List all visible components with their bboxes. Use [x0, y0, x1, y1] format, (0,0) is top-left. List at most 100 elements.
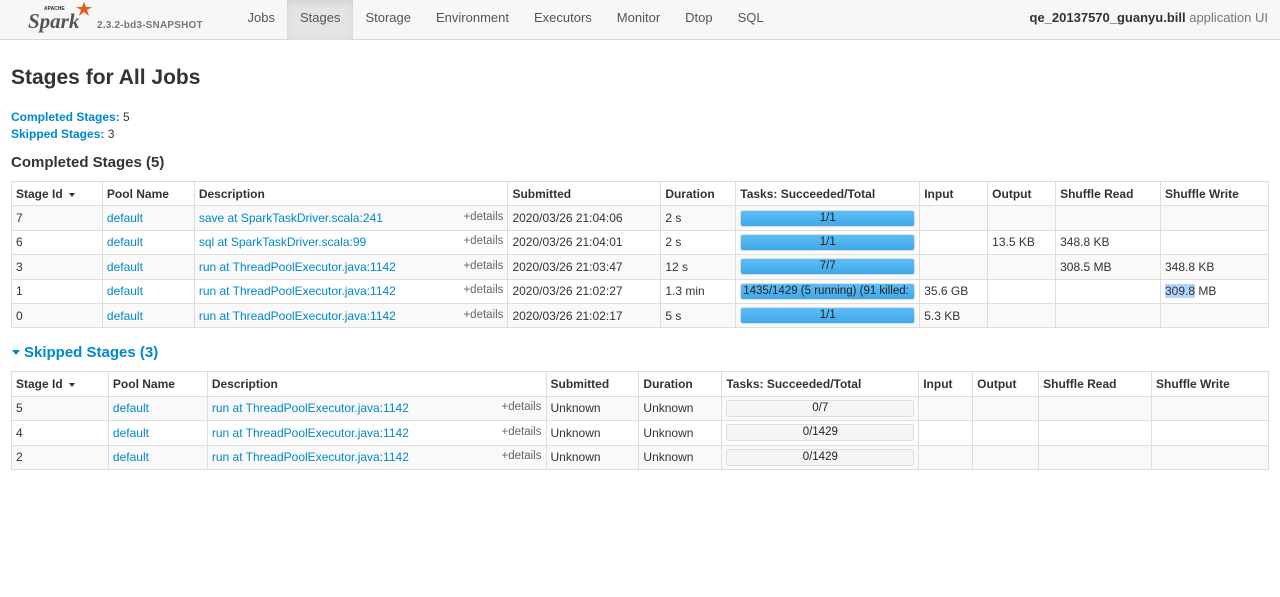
tab-environment[interactable]: Environment [424, 0, 522, 40]
shuffle-write: 309.8 MB [1160, 278, 1269, 304]
table-row: 1 default run at ThreadPoolExecutor.java… [11, 278, 1269, 304]
col-tasks[interactable]: Tasks: Succeeded/Total [721, 371, 920, 397]
skipped-count: 3 [107, 127, 115, 141]
duration: 12 s [660, 254, 737, 280]
duration: 1.3 min [660, 278, 737, 304]
col-shuffle-write[interactable]: Shuffle Write [1160, 180, 1269, 207]
stage-id: 1 [11, 278, 103, 304]
details-toggle[interactable]: +details [463, 309, 503, 321]
col-submitted[interactable]: Submitted [507, 180, 662, 207]
sort-desc-icon [68, 192, 75, 197]
col-tasks[interactable]: Tasks: Succeeded/Total [735, 180, 921, 207]
stage-description-link[interactable]: run at ThreadPoolExecutor.java:1142 [212, 426, 409, 440]
pool-link[interactable]: default [113, 450, 149, 464]
pool-name: default [101, 254, 195, 280]
col-output[interactable]: Output [987, 180, 1057, 207]
details-toggle[interactable]: +details [502, 401, 542, 413]
tab-monitor[interactable]: Monitor [604, 0, 672, 40]
col-stage-id[interactable]: Stage Id [11, 371, 109, 397]
shuffle-write [1151, 395, 1269, 422]
col-pool-name[interactable]: Pool Name [101, 180, 195, 207]
details-toggle[interactable]: +details [463, 260, 503, 272]
col-description[interactable]: Description [206, 371, 547, 397]
pool-link[interactable]: default [107, 260, 143, 274]
stage-id: 4 [11, 420, 109, 446]
stage-description-link[interactable]: run at ThreadPoolExecutor.java:1142 [199, 260, 396, 274]
tasks-progress-bar: 1/1 [740, 307, 916, 325]
shuffle-write [1160, 205, 1269, 231]
tasks-progress-bar: 1/1 [740, 233, 916, 251]
stage-description-link[interactable]: sql at SparkTaskDriver.scala:99 [199, 235, 366, 249]
col-stage-id[interactable]: Stage Id [11, 180, 103, 207]
stage-id: 0 [11, 302, 103, 329]
col-shuffle-write[interactable]: Shuffle Write [1151, 371, 1269, 397]
details-toggle[interactable]: +details [463, 235, 503, 247]
details-toggle[interactable]: +details [502, 426, 542, 438]
pool-link[interactable]: default [107, 235, 143, 249]
tasks-cell: 7/7 [735, 254, 921, 280]
pool-name: default [101, 278, 195, 304]
col-shuffle-read[interactable]: Shuffle Read [1038, 371, 1153, 397]
description: save at SparkTaskDriver.scala:241 +detail… [193, 205, 509, 231]
col-duration[interactable]: Duration [638, 371, 723, 397]
description: run at ThreadPoolExecutor.java:1142 +deta… [206, 395, 547, 422]
input [919, 205, 989, 231]
stage-summary: Completed Stages: 5 Skipped Stages: 3 [11, 109, 1269, 143]
table-row: 6 default sql at SparkTaskDriver.scala:9… [11, 229, 1269, 256]
tasks-cell: 0/7 [721, 395, 920, 422]
skipped-stages-toggle[interactable]: Skipped Stages (3) [11, 342, 1269, 364]
col-shuffle-read[interactable]: Shuffle Read [1055, 180, 1161, 207]
tasks-progress-bar: 0/1429 [726, 448, 915, 466]
shuffle-read [1038, 420, 1153, 446]
pool-link[interactable]: default [107, 309, 143, 323]
tasks-progress-bar: 7/7 [740, 258, 916, 276]
duration: 5 s [660, 302, 737, 329]
stage-description-link[interactable]: run at ThreadPoolExecutor.java:1142 [212, 450, 409, 464]
output [987, 205, 1057, 231]
summary-skipped: Skipped Stages: 3 [11, 126, 1269, 143]
col-output[interactable]: Output [972, 371, 1040, 397]
pool-link[interactable]: default [107, 211, 143, 225]
col-duration[interactable]: Duration [660, 180, 737, 207]
stage-id: 3 [11, 254, 103, 280]
spark-version: 2.3.2-bd3-SNAPSHOT [97, 20, 203, 31]
shuffle-write [1151, 420, 1269, 446]
stage-description-link[interactable]: run at ThreadPoolExecutor.java:1142 [199, 309, 396, 323]
svg-text:Spark: Spark [28, 9, 80, 33]
details-toggle[interactable]: +details [463, 211, 503, 223]
tab-sql[interactable]: SQL [725, 0, 776, 40]
col-input[interactable]: Input [919, 180, 989, 207]
completed-stages-link[interactable]: Completed Stages: [11, 110, 120, 124]
shuffle-read: 308.5 MB [1055, 254, 1161, 280]
duration: Unknown [638, 395, 723, 422]
spark-logo[interactable]: APACHE Spark [26, 0, 96, 40]
tab-stages[interactable]: Stages [287, 0, 353, 40]
shuffle-read [1038, 395, 1153, 422]
pool-link[interactable]: default [107, 284, 143, 298]
skipped-stages-link[interactable]: Skipped Stages: [11, 127, 104, 141]
tab-storage[interactable]: Storage [353, 0, 424, 40]
input [918, 395, 974, 422]
col-submitted[interactable]: Submitted [545, 371, 640, 397]
col-input[interactable]: Input [918, 371, 974, 397]
details-toggle[interactable]: +details [502, 450, 542, 462]
tab-dtop[interactable]: Dtop [673, 0, 725, 40]
tab-jobs[interactable]: Jobs [235, 0, 287, 40]
stage-description-link[interactable]: run at ThreadPoolExecutor.java:1142 [212, 401, 409, 415]
output [972, 444, 1040, 470]
col-description[interactable]: Description [193, 180, 509, 207]
pool-link[interactable]: default [113, 426, 149, 440]
col-pool-name[interactable]: Pool Name [107, 371, 208, 397]
input [918, 420, 974, 446]
shuffle-read [1055, 302, 1161, 329]
stage-description-link[interactable]: save at SparkTaskDriver.scala:241 [199, 211, 383, 225]
table-row: 7 default save at SparkTaskDriver.scala:… [11, 205, 1269, 231]
stage-description-link[interactable]: run at ThreadPoolExecutor.java:1142 [199, 284, 396, 298]
nav-tabs: Jobs Stages Storage Environment Executor… [235, 0, 776, 40]
description: run at ThreadPoolExecutor.java:1142 +deta… [206, 420, 547, 446]
details-toggle[interactable]: +details [463, 284, 503, 296]
shuffle-write [1160, 302, 1269, 329]
pool-link[interactable]: default [113, 401, 149, 415]
stage-id: 5 [11, 395, 109, 422]
tab-executors[interactable]: Executors [521, 0, 604, 40]
